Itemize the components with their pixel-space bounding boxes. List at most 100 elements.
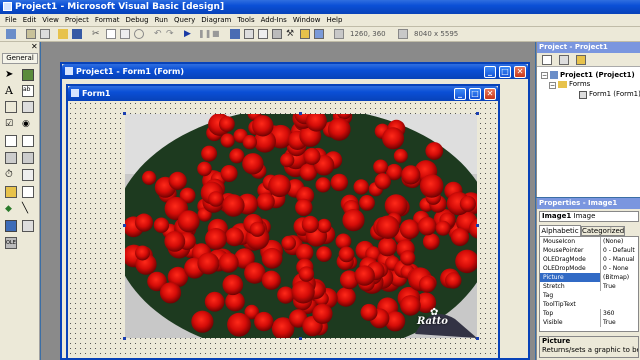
selection-handle-ne[interactable] xyxy=(476,112,479,115)
menu-view[interactable]: View xyxy=(39,14,62,26)
label-tool-icon[interactable]: A xyxy=(5,85,17,97)
hscrollbar-tool-icon[interactable] xyxy=(5,152,17,164)
textbox-tool-icon[interactable]: ab xyxy=(22,85,34,97)
break-icon[interactable]: ❚❚ xyxy=(198,29,211,39)
property-row[interactable]: MouseIcon (None) xyxy=(540,237,638,246)
tree-expander-root[interactable]: − xyxy=(541,72,548,79)
menu-bar: File Edit View Project Format Debug Run Query Di… xyxy=(0,14,640,27)
project-explorer-icon[interactable] xyxy=(230,29,240,39)
menu-editor-icon[interactable] xyxy=(40,29,50,39)
form-layout-icon[interactable] xyxy=(258,29,268,39)
filelistbox-tool-icon[interactable] xyxy=(22,186,34,198)
save-icon[interactable] xyxy=(72,29,82,39)
component-manager-icon[interactable] xyxy=(314,29,324,39)
end-icon[interactable]: ■ xyxy=(212,29,222,39)
form1-close-button[interactable]: ✕ xyxy=(484,88,496,100)
dirlistbox-tool-icon[interactable] xyxy=(5,186,17,198)
object-selector[interactable]: Image1 Image xyxy=(539,211,639,222)
toolbox-tab-general[interactable]: General xyxy=(2,53,38,64)
commandbutton-tool-icon[interactable] xyxy=(22,101,34,113)
menu-window[interactable]: Window xyxy=(290,14,324,26)
timer-tool-icon[interactable]: ⏱ xyxy=(5,169,17,181)
menu-add-ins[interactable]: Add-Ins xyxy=(258,14,290,26)
properties-title-bar: Properties - Image1 xyxy=(537,198,640,209)
rose-blossom xyxy=(445,272,462,289)
start-icon[interactable]: ▶ xyxy=(184,29,194,39)
forms-folder-node[interactable]: Forms xyxy=(569,80,590,89)
tab-alphabetic[interactable]: Alphabetic xyxy=(539,225,581,236)
find-icon[interactable] xyxy=(134,29,144,39)
frame-tool-icon[interactable] xyxy=(5,101,17,113)
form1-maximize-button[interactable]: □ xyxy=(469,88,481,100)
menu-project[interactable]: Project xyxy=(62,14,92,26)
selection-handle-se[interactable] xyxy=(476,337,479,340)
menu-diagram[interactable]: Diagram xyxy=(198,14,234,26)
rose-blossom xyxy=(417,216,437,236)
tab-categorized[interactable]: Categorized xyxy=(581,226,625,236)
property-row[interactable]: Stretch True xyxy=(540,282,638,291)
selection-handle-s[interactable] xyxy=(299,337,302,340)
property-row[interactable]: Visible True xyxy=(540,318,638,327)
form1-minimize-button[interactable]: _ xyxy=(454,88,466,100)
toolbox-close-icon[interactable]: ✕ xyxy=(31,43,38,51)
add-form-icon[interactable] xyxy=(26,29,36,39)
add-project-icon[interactable] xyxy=(6,29,16,39)
menu-tools[interactable]: Tools xyxy=(234,14,257,26)
menu-debug[interactable]: Debug xyxy=(123,14,152,26)
property-row[interactable]: Tag xyxy=(540,291,638,300)
properties-window-icon[interactable] xyxy=(244,29,254,39)
data-tool-icon[interactable] xyxy=(22,220,34,232)
combobox-tool-icon[interactable] xyxy=(5,135,17,147)
data-view-icon[interactable] xyxy=(300,29,310,39)
selection-handle-e[interactable] xyxy=(476,224,479,227)
property-row[interactable]: ToolTipText xyxy=(540,300,638,309)
cut-icon[interactable]: ✂ xyxy=(92,29,102,39)
optionbutton-tool-icon[interactable]: ◉ xyxy=(22,118,34,130)
selection-handle-n[interactable] xyxy=(299,112,302,115)
menu-query[interactable]: Query xyxy=(171,14,198,26)
folder-icon xyxy=(558,81,567,88)
menu-run[interactable]: Run xyxy=(152,14,171,26)
property-row[interactable]: OLEDropMode 0 - None xyxy=(540,264,638,273)
rose-blossom xyxy=(419,174,444,198)
shape-tool-icon[interactable]: ◆ xyxy=(5,203,17,215)
object-browser-icon[interactable] xyxy=(272,29,282,39)
selection-handle-sw[interactable] xyxy=(123,337,126,340)
menu-help[interactable]: Help xyxy=(323,14,345,26)
view-code-icon[interactable] xyxy=(542,55,552,65)
redo-icon[interactable]: ↷ xyxy=(166,29,176,39)
property-row[interactable]: Top 360 xyxy=(540,309,638,318)
open-icon[interactable] xyxy=(58,29,68,39)
designer-maximize-button[interactable]: □ xyxy=(499,66,511,78)
pointer-tool-icon[interactable]: ➤ xyxy=(5,69,17,81)
picturebox-tool-icon[interactable] xyxy=(22,69,34,81)
listbox-tool-icon[interactable] xyxy=(22,135,34,147)
size-readout: 8040 x 5595 xyxy=(414,30,459,38)
view-object-icon[interactable] xyxy=(559,55,569,65)
image1-control[interactable]: ✿ Ratto xyxy=(125,114,477,338)
toggle-folders-icon[interactable] xyxy=(576,55,586,65)
project-root-node[interactable]: Project1 (Project1) xyxy=(560,71,635,80)
selection-handle-nw[interactable] xyxy=(123,112,126,115)
designer-minimize-button[interactable]: _ xyxy=(484,66,496,78)
selection-handle-w[interactable] xyxy=(123,224,126,227)
paste-icon[interactable] xyxy=(120,29,130,39)
property-row[interactable]: OLEDragMode 0 - Manual xyxy=(540,255,638,264)
tree-expander-forms[interactable]: − xyxy=(549,82,556,89)
menu-edit[interactable]: Edit xyxy=(20,14,40,26)
form1-node[interactable]: Form1 (Form1) xyxy=(589,90,640,99)
toolbox-icon[interactable]: ⚒ xyxy=(286,29,296,39)
line-tool-icon[interactable]: ╲ xyxy=(22,203,34,215)
designer-close-button[interactable]: ✕ xyxy=(514,66,526,78)
undo-icon[interactable]: ↶ xyxy=(154,29,164,39)
menu-file[interactable]: File xyxy=(2,14,20,26)
checkbox-tool-icon[interactable]: ☑ xyxy=(5,118,17,130)
property-row[interactable]: MousePointer 0 - Default xyxy=(540,246,638,255)
image-tool-icon[interactable] xyxy=(5,220,17,232)
copy-icon[interactable] xyxy=(106,29,116,39)
ole-tool-icon[interactable]: OLE xyxy=(5,237,17,249)
property-row-selected[interactable]: Picture (Bitmap) xyxy=(540,273,638,282)
drivelistbox-tool-icon[interactable] xyxy=(22,169,34,181)
vscrollbar-tool-icon[interactable] xyxy=(22,152,34,164)
menu-format[interactable]: Format xyxy=(92,14,123,26)
